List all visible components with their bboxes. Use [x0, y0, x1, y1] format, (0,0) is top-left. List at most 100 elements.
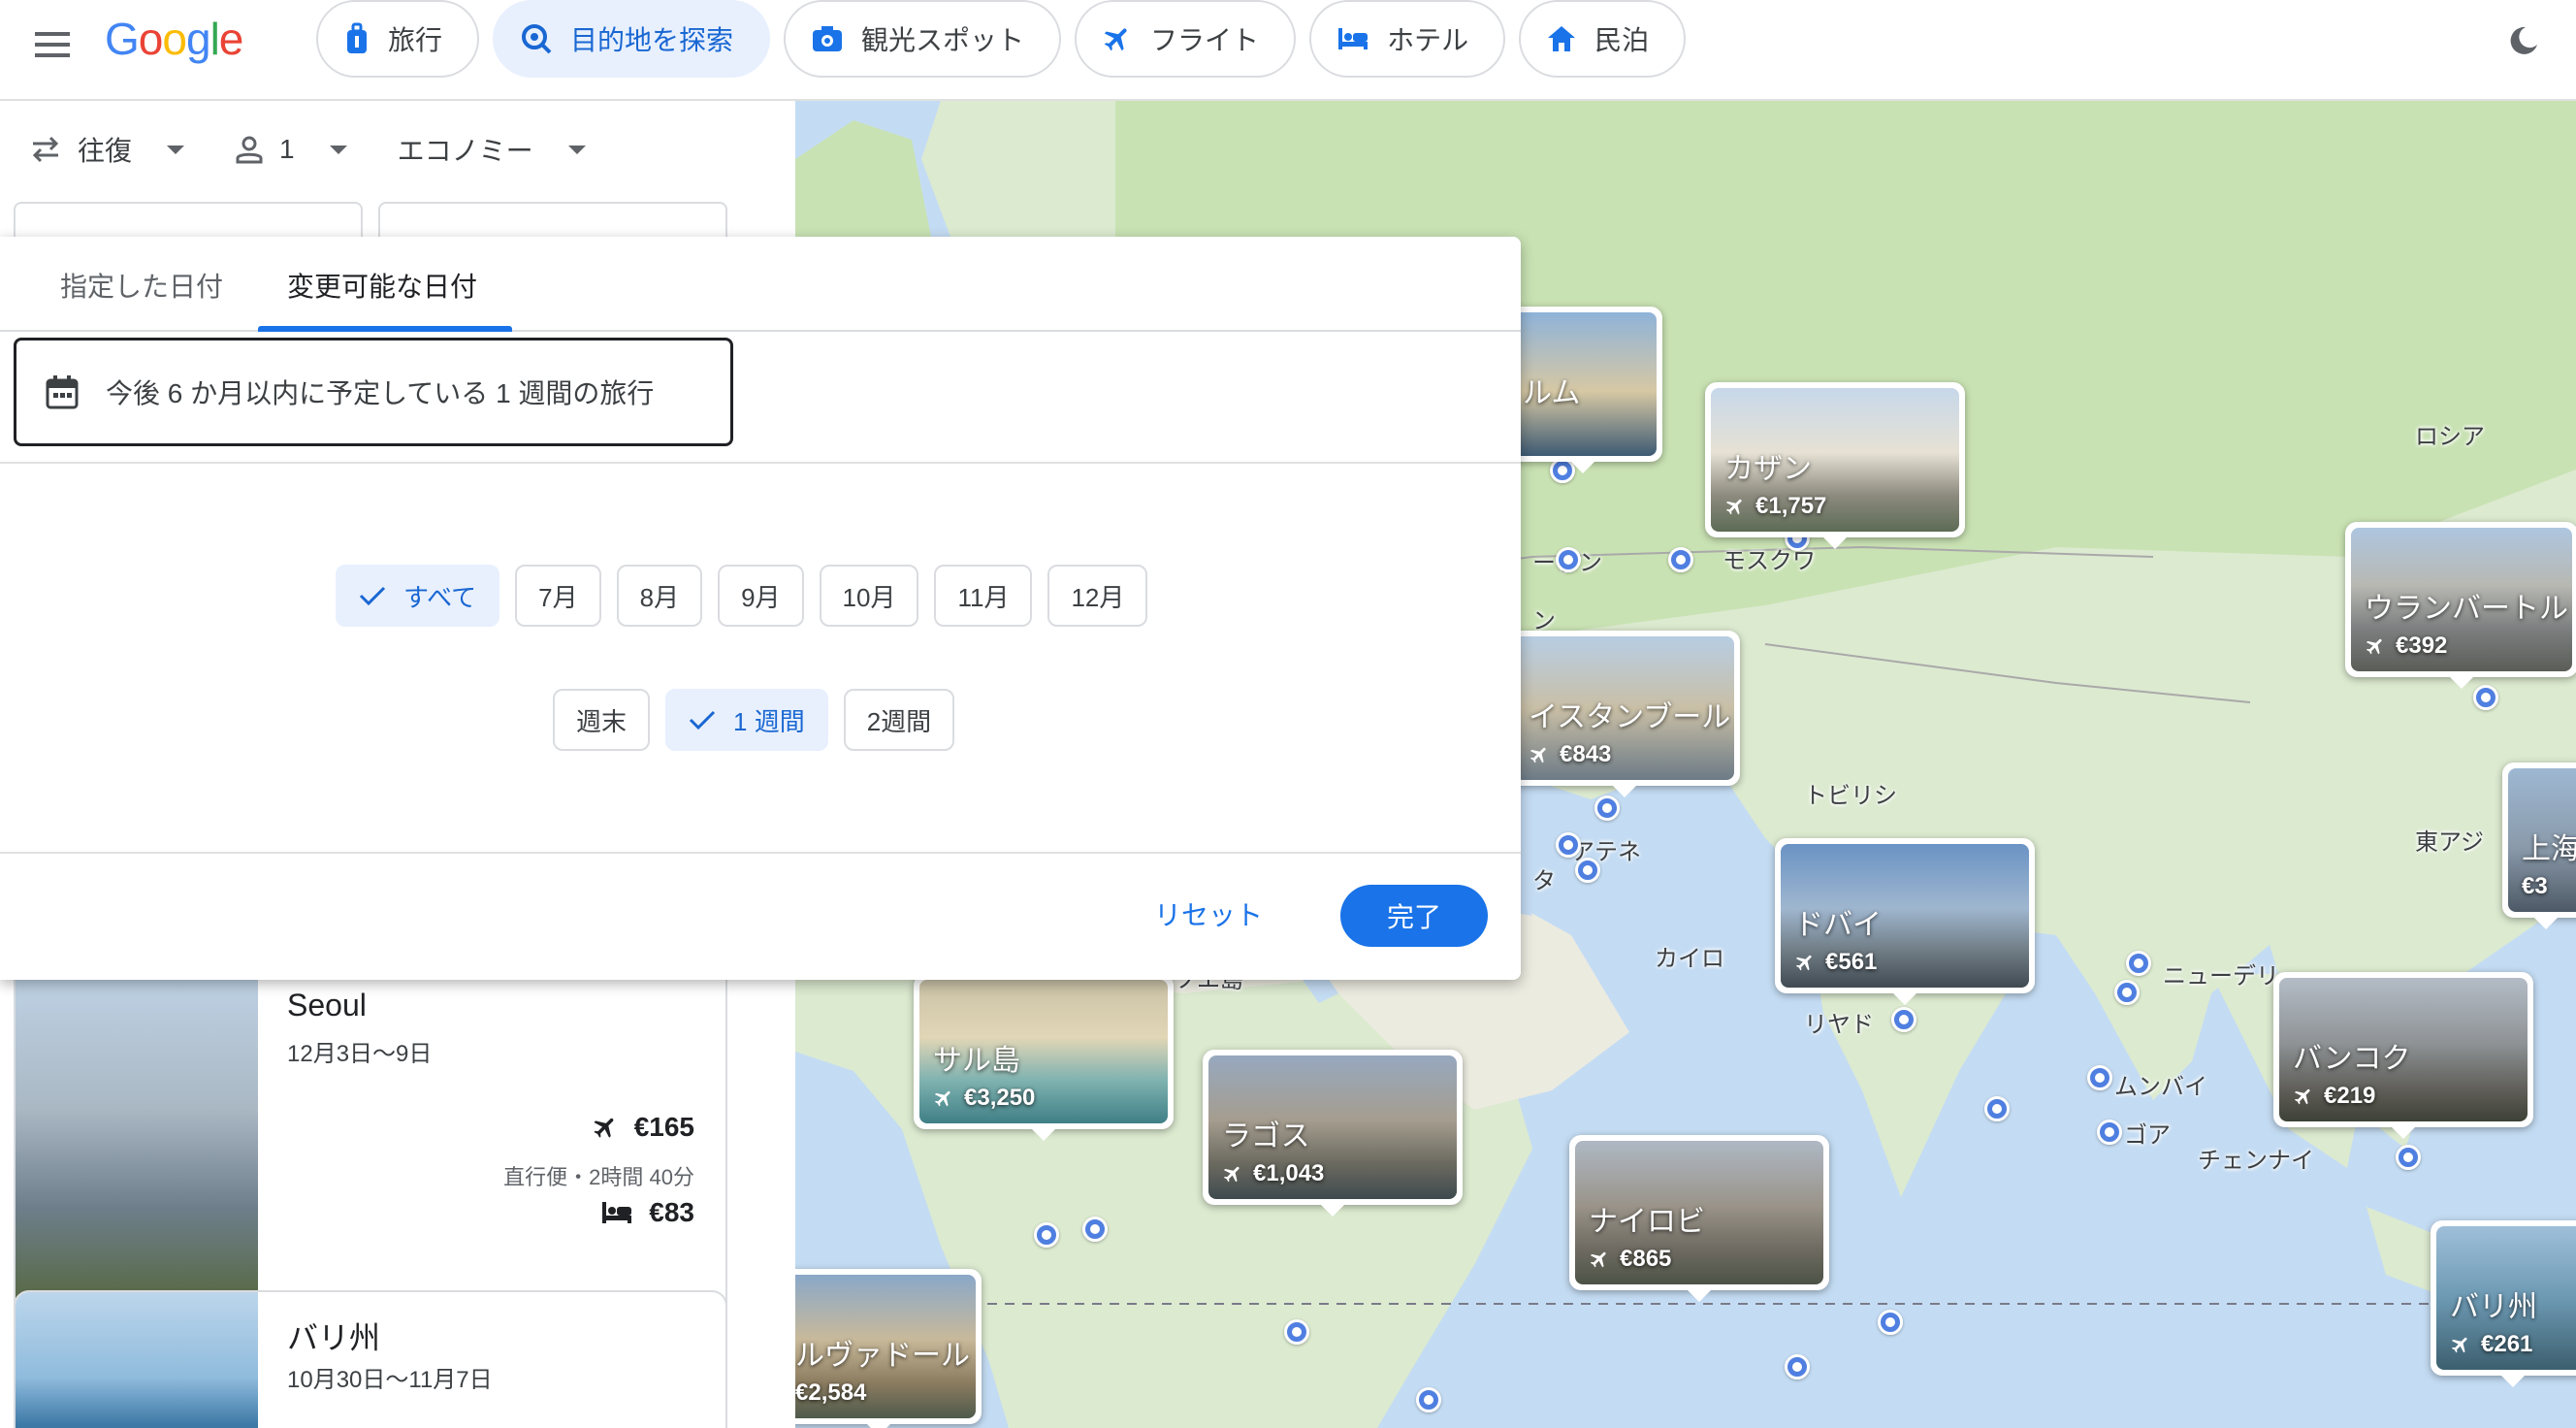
- trip-type-value: 往復: [78, 136, 133, 166]
- nav-flights[interactable]: フライト: [1075, 0, 1297, 78]
- airport-marker[interactable]: [1878, 1310, 1903, 1335]
- destination-card-lagos[interactable]: ラゴス €1,043: [1203, 1050, 1463, 1217]
- map-label-tbilisi: トビリシ: [1804, 783, 1897, 809]
- divider: [0, 462, 1521, 464]
- destination-card-shanghai[interactable]: 上海 €3: [2502, 763, 2576, 929]
- result-dates: 10月30日〜11月7日: [287, 1367, 493, 1393]
- destination-price: €1,757: [1724, 493, 1826, 520]
- airport-marker[interactable]: [1785, 1354, 1810, 1379]
- airport-marker[interactable]: [1034, 1222, 1059, 1248]
- airplane-icon: [2366, 638, 2382, 655]
- airplane-icon: [2294, 1088, 2310, 1105]
- flexible-dates-summary[interactable]: 今後 6 か月以内に予定している 1 週間の旅行: [14, 338, 733, 446]
- destination-name: カザン: [1724, 453, 1812, 485]
- cabin-class-value: エコノミー: [397, 136, 533, 166]
- destination-card-ulaanbaatar[interactable]: ウランバートル €392: [2345, 522, 2576, 689]
- destination-card-sal-island[interactable]: サル島 €3,250: [914, 974, 1174, 1141]
- tab-flexible-dates[interactable]: 変更可能な日付: [287, 266, 477, 305]
- destination-card-istanbul[interactable]: イスタンブール €843: [1509, 631, 1740, 797]
- airport-marker[interactable]: [1284, 1319, 1309, 1345]
- month-chip-jul[interactable]: 7月: [515, 565, 601, 627]
- destination-name: ルム: [1523, 377, 1581, 409]
- destination-name: 上海: [2522, 833, 2576, 865]
- airplane-icon: [594, 1118, 614, 1138]
- map-label-cairo: カイロ: [1655, 946, 1724, 972]
- nav-hotels[interactable]: ホテル: [1309, 0, 1506, 78]
- destination-card-bali[interactable]: バリ州 €261: [2431, 1220, 2576, 1387]
- nav-vacation-rentals[interactable]: 民泊: [1519, 0, 1687, 78]
- airport-marker[interactable]: [1575, 858, 1600, 883]
- nav-hotels-label: ホテル: [1387, 25, 1469, 55]
- explore-icon: [522, 24, 552, 54]
- destination-card-salvador[interactable]: ルヴァドール €2,584: [795, 1269, 982, 1428]
- airplane-icon: [1725, 499, 1742, 515]
- destination-name: サル島: [933, 1045, 1020, 1077]
- nav-travel[interactable]: 旅行: [316, 0, 480, 78]
- month-chip-dec[interactable]: 12月: [1047, 565, 1148, 627]
- airport-marker[interactable]: [2126, 951, 2151, 976]
- airport-marker[interactable]: [1556, 547, 1581, 572]
- airport-marker[interactable]: [1594, 795, 1620, 821]
- destination-name: ドバイ: [1794, 909, 1882, 941]
- destination-price: €843: [1529, 741, 1611, 768]
- duration-chip-1-week[interactable]: 1 週間: [665, 689, 828, 751]
- destination-card-dubai[interactable]: ドバイ €561: [1775, 838, 2035, 1005]
- airport-marker[interactable]: [2396, 1145, 2421, 1170]
- airport-marker[interactable]: [2473, 685, 2498, 710]
- nav-flights-label: フライト: [1150, 25, 1260, 55]
- month-chip-sep[interactable]: 9月: [718, 565, 804, 627]
- result-card-bali[interactable]: バリ州 10月30日〜11月7日: [14, 1290, 727, 1428]
- nav-things-to-do-label: 観光スポット: [861, 25, 1025, 55]
- cabin-class-select[interactable]: エコノミー: [398, 130, 586, 169]
- swap-arrows-icon: [32, 136, 59, 163]
- destination-price: €1,043: [1222, 1160, 1324, 1187]
- nav-explore[interactable]: 目的地を探索: [493, 0, 771, 78]
- map-label-russia: ロシア: [2415, 424, 2485, 450]
- calendar-icon: [46, 375, 79, 409]
- airport-marker[interactable]: [1082, 1217, 1108, 1242]
- flexible-dates-text: 今後 6 か月以内に予定している 1 週間の旅行: [106, 378, 655, 408]
- airport-marker[interactable]: [1556, 832, 1581, 858]
- destination-price: €3: [2522, 873, 2548, 899]
- destination-card-stockholm[interactable]: ルム: [1503, 307, 1662, 473]
- tab-specific-dates[interactable]: 指定した日付: [60, 266, 223, 305]
- airport-marker[interactable]: [2114, 980, 2140, 1005]
- month-chip-nov[interactable]: 11月: [934, 565, 1033, 627]
- airport-marker[interactable]: [2087, 1065, 2112, 1090]
- month-chip-all[interactable]: すべて: [336, 565, 500, 627]
- destination-name: ウランバートル: [2365, 593, 2568, 625]
- theme-toggle-button[interactable]: [2500, 17, 2547, 64]
- done-button[interactable]: 完了: [1340, 885, 1488, 947]
- flexible-dates-dialog: 指定した日付 変更可能な日付 今後 6 か月以内に予定している 1 週間の旅行 …: [0, 237, 1521, 980]
- month-chip-oct[interactable]: 10月: [819, 565, 919, 627]
- main-menu-button[interactable]: [23, 16, 81, 74]
- month-chip-aug[interactable]: 8月: [616, 565, 703, 627]
- airport-marker[interactable]: [2097, 1120, 2122, 1145]
- google-logo[interactable]: Google: [105, 10, 243, 68]
- destination-card-nairobi[interactable]: ナイロビ €865: [1569, 1135, 1829, 1302]
- destination-card-kazan[interactable]: カザン €1,757: [1705, 382, 1965, 549]
- destination-card-bangkok[interactable]: バンコク €219: [2273, 972, 2533, 1139]
- person-icon: [236, 136, 263, 164]
- chevron-down-icon: [567, 145, 586, 154]
- nav-things-to-do[interactable]: 観光スポット: [784, 0, 1062, 78]
- nav-travel-label: 旅行: [388, 25, 443, 55]
- result-dates: 12月3日〜9日: [287, 1041, 433, 1067]
- camera-icon: [813, 26, 843, 51]
- passengers-select[interactable]: 1: [235, 130, 347, 169]
- top-bar: Google 旅行 目的地を探索 観光スポット フライト ホテル 民泊: [0, 0, 2576, 101]
- destination-price: €2,584: [795, 1379, 867, 1406]
- chevron-down-icon: [167, 145, 185, 154]
- airplane-icon: [1104, 28, 1127, 51]
- duration-chip-weekend[interactable]: 週末: [553, 689, 651, 751]
- airport-marker[interactable]: [1891, 1007, 1916, 1032]
- result-flight-price: €165: [592, 1112, 694, 1143]
- destination-name: ナイロビ: [1589, 1206, 1705, 1238]
- dark-mode-icon: [2510, 26, 2537, 54]
- reset-button[interactable]: リセット: [1131, 883, 1286, 945]
- duration-chip-2-weeks[interactable]: 2週間: [843, 689, 955, 751]
- trip-type-select[interactable]: 往復: [29, 130, 185, 169]
- airport-marker[interactable]: [1984, 1096, 2010, 1121]
- airport-marker[interactable]: [1416, 1387, 1441, 1412]
- airport-marker[interactable]: [1668, 547, 1693, 572]
